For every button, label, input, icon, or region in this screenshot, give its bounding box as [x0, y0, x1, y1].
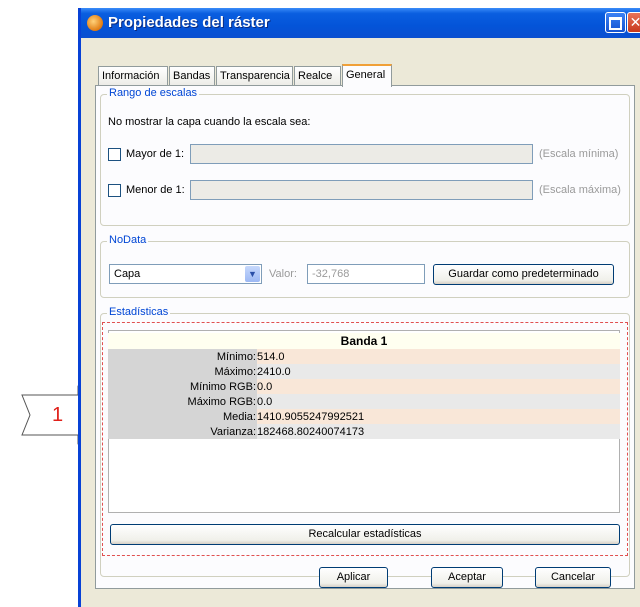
app-icon — [87, 15, 103, 31]
table-row: Mínimo RGB: 0.0 — [108, 379, 620, 394]
table-row: Mínimo: 514.0 — [108, 349, 620, 364]
nodata-select[interactable]: Capa ▼ — [109, 264, 262, 284]
less-hint: (Escala máxima) — [539, 184, 621, 196]
tab-general[interactable]: General — [342, 64, 392, 87]
stat-key: Mínimo RGB: — [108, 379, 257, 394]
recalculate-statistics-button[interactable]: Recalcular estadísticas — [110, 524, 620, 545]
stat-key: Varianza: — [108, 424, 257, 439]
maximize-icon — [609, 17, 622, 30]
less-scale-input[interactable] — [190, 180, 533, 200]
stat-key: Máximo RGB: — [108, 394, 257, 409]
raster-properties-window: Propiedades del ráster ✕ Información Ban… — [78, 8, 640, 607]
statistics-legend: Estadísticas — [107, 306, 171, 318]
statistics-table: Banda 1 Mínimo: 514.0 Máximo: 2410.0 Mín… — [108, 333, 620, 439]
nodata-legend: NoData — [107, 234, 149, 246]
scale-range-legend: Rango de escalas — [107, 87, 200, 99]
table-row: Varianza: 182468.80240074173 — [108, 424, 620, 439]
accept-button[interactable]: Aceptar — [431, 567, 503, 588]
tab-bandas[interactable]: Bandas — [169, 66, 215, 86]
chevron-down-icon[interactable]: ▼ — [245, 266, 260, 282]
greater-hint: (Escala mínima) — [539, 148, 619, 160]
less-checkbox[interactable] — [108, 184, 121, 197]
stat-key: Máximo: — [108, 364, 257, 379]
nodata-value-label: Valor: — [269, 268, 297, 280]
general-panel: Rango de escalas No mostrar la capa cuan… — [95, 85, 635, 589]
maximize-button[interactable] — [605, 12, 626, 33]
close-icon: ✕ — [629, 14, 640, 30]
stat-value: 0.0 — [257, 379, 620, 394]
stat-value: 1410.9055247992521 — [257, 409, 620, 424]
stat-value: 182468.80240074173 — [257, 424, 620, 439]
greater-scale-input[interactable] — [190, 144, 533, 164]
nodata-group: NoData Capa ▼ Valor: -32,768 Guardar com… — [100, 234, 630, 298]
statistics-group: Estadísticas Banda 1 Mínimo: 514.0 Máxim… — [100, 306, 630, 577]
greater-checkbox[interactable] — [108, 148, 121, 161]
tab-realce[interactable]: Realce — [294, 66, 341, 86]
callout-number: 1 — [52, 404, 64, 426]
tab-informacion[interactable]: Información — [98, 66, 168, 86]
band-header: Banda 1 — [108, 333, 620, 349]
stat-value: 514.0 — [257, 349, 620, 364]
stat-key: Media: — [108, 409, 257, 424]
table-row: Máximo: 2410.0 — [108, 364, 620, 379]
greater-label: Mayor de 1: — [126, 148, 185, 160]
table-row: Media: 1410.9055247992521 — [108, 409, 620, 424]
tab-transparencia[interactable]: Transparencia — [216, 66, 293, 86]
stat-value: 2410.0 — [257, 364, 620, 379]
save-default-button[interactable]: Guardar como predeterminado — [433, 264, 614, 285]
nodata-value: -32,768 — [312, 268, 350, 280]
close-button[interactable]: ✕ — [627, 12, 640, 33]
scale-range-group: Rango de escalas No mostrar la capa cuan… — [100, 87, 630, 226]
stat-value: 0.0 — [257, 394, 620, 409]
scale-range-description: No mostrar la capa cuando la escala sea: — [108, 116, 311, 128]
table-row: Máximo RGB: 0.0 — [108, 394, 620, 409]
apply-button[interactable]: Aplicar — [319, 567, 388, 588]
nodata-value-input[interactable]: -32,768 — [307, 264, 425, 284]
nodata-select-value: Capa — [114, 268, 141, 280]
less-label: Menor de 1: — [126, 184, 185, 196]
cancel-button[interactable]: Cancelar — [535, 567, 611, 588]
title-bar[interactable]: Propiedades del ráster ✕ — [81, 8, 640, 38]
stat-key: Mínimo: — [108, 349, 257, 364]
window-title: Propiedades del ráster — [108, 14, 270, 31]
